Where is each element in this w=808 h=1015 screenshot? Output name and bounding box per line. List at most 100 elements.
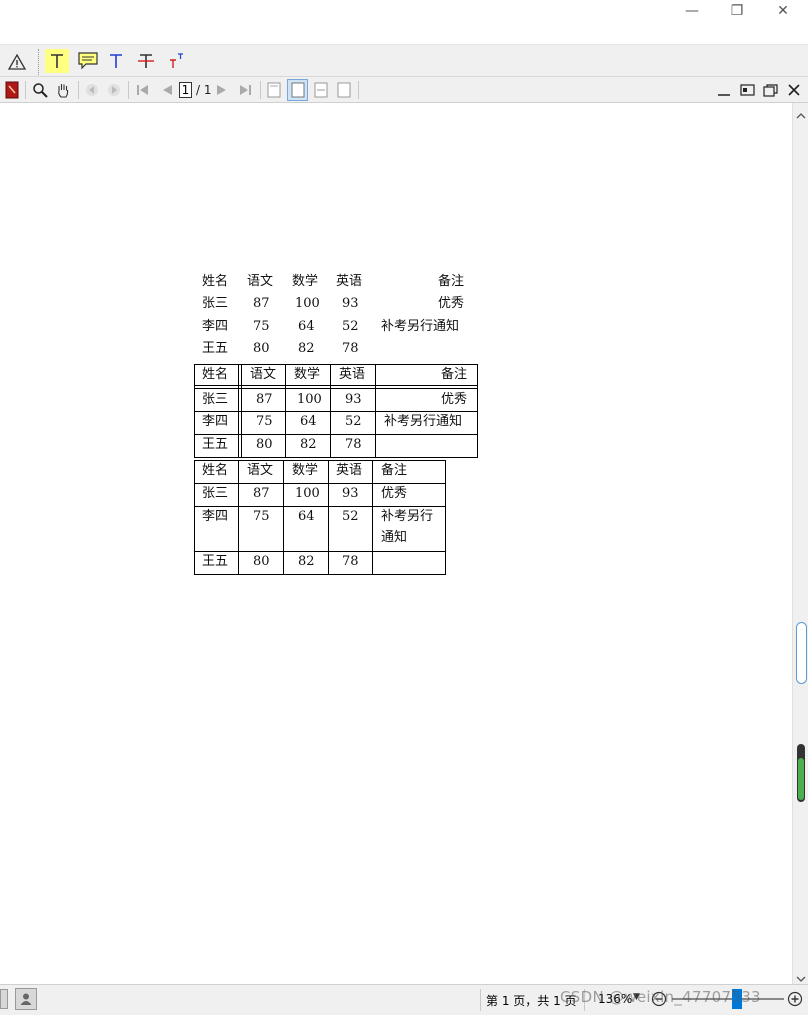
last-page-button[interactable]: [235, 80, 255, 100]
minimize-icon: [718, 94, 730, 96]
vertical-scrollbar[interactable]: [792, 103, 808, 984]
cell-note: 优秀: [441, 392, 468, 407]
previous-page-icon: [163, 85, 172, 95]
header-math: 数学: [292, 463, 319, 478]
highlight-text-tool-button[interactable]: [45, 49, 69, 73]
cell-note-line2: 通知: [381, 530, 408, 545]
close-icon: [788, 84, 800, 96]
cell-note: 补考另行通知: [381, 319, 460, 334]
doc-minimize-button[interactable]: [714, 80, 734, 100]
fit-content-icon: [337, 82, 351, 98]
table-border: [194, 388, 478, 389]
next-page-button[interactable]: [212, 80, 232, 100]
restore-button[interactable]: ❐: [714, 0, 760, 22]
last-page-icon: [240, 85, 251, 95]
table-border: [194, 411, 478, 412]
header-name: 姓名: [202, 274, 229, 289]
table-border: [477, 364, 478, 458]
cell-chinese: 87: [256, 392, 273, 407]
header-name: 姓名: [202, 463, 229, 478]
cell-english: 52: [342, 319, 359, 334]
text-tool-button[interactable]: [104, 49, 128, 73]
user-silhouette-icon: [20, 993, 32, 1005]
doc-restore-button[interactable]: [760, 80, 780, 100]
back-arrow-icon: [86, 84, 98, 96]
find-button[interactable]: [30, 80, 50, 100]
strikeout-tool-button[interactable]: [134, 49, 158, 73]
cell-chinese: 75: [253, 509, 270, 524]
header-english: 英语: [339, 367, 366, 382]
cell-note-line1: 补考另行: [381, 509, 434, 524]
cell-english: 78: [342, 341, 359, 356]
header-chinese: 语文: [250, 367, 277, 382]
table-border: [194, 364, 195, 458]
back-button[interactable]: [82, 80, 102, 100]
fit-page-button[interactable]: [287, 79, 308, 101]
doc-layout-button[interactable]: [737, 80, 757, 100]
fit-width-button[interactable]: [311, 80, 331, 100]
restore-icon: ❐: [730, 3, 744, 19]
status-separator: [480, 989, 481, 1011]
cell-name: 李四: [202, 414, 229, 429]
hand-tool-button[interactable]: [53, 80, 73, 100]
restore-icon: [762, 83, 778, 97]
table-border: [194, 551, 446, 552]
pdf-app-button[interactable]: [3, 80, 21, 100]
hand-icon: [58, 84, 69, 98]
cell-name: 李四: [202, 509, 229, 524]
table-border: [194, 460, 195, 575]
toolbar-separator: [260, 81, 261, 99]
navigation-toolbar: 1 / 1: [0, 76, 808, 103]
title-bar: — ❐ ✕: [0, 0, 808, 44]
page-number-input[interactable]: 1: [179, 82, 192, 98]
cell-math: 82: [298, 554, 315, 569]
cell-english: 52: [342, 509, 359, 524]
table-border: [194, 385, 478, 386]
cell-name: 张三: [202, 486, 229, 501]
cell-math: 100: [295, 486, 320, 501]
cell-chinese: 87: [253, 296, 270, 311]
cell-math: 82: [300, 437, 317, 452]
table-border: [194, 460, 446, 461]
scroll-down-button[interactable]: [796, 969, 806, 982]
scroll-progress-indicator: [797, 744, 805, 802]
warning-tool-button[interactable]: [6, 51, 28, 73]
cell-name: 王五: [202, 341, 229, 356]
header-note: 备注: [441, 367, 468, 382]
table-border: [375, 364, 376, 458]
zoom-in-button[interactable]: [787, 991, 803, 1007]
close-button[interactable]: ✕: [760, 0, 806, 22]
table-border: [238, 364, 239, 458]
comment-tool-button[interactable]: [76, 49, 100, 73]
cell-note: 优秀: [381, 486, 408, 501]
annotation-toolbar: [0, 44, 808, 76]
table-border: [194, 483, 446, 484]
page-total-label: / 1: [196, 83, 212, 97]
table-border: [285, 364, 286, 458]
table-border: [241, 364, 242, 458]
table-border: [194, 434, 478, 435]
toolbar-separator: [78, 81, 79, 99]
scroll-up-button[interactable]: [796, 106, 806, 119]
doc-close-button[interactable]: [784, 80, 804, 100]
superscript-tool-button[interactable]: [164, 49, 188, 73]
table-border: [194, 574, 446, 575]
cell-english: 78: [345, 437, 362, 452]
previous-page-button[interactable]: [157, 80, 177, 100]
first-page-button[interactable]: [133, 80, 153, 100]
cell-math: 64: [298, 509, 315, 524]
cell-chinese: 80: [256, 437, 273, 452]
fit-content-button[interactable]: [334, 80, 354, 100]
cell-note: 优秀: [438, 296, 465, 311]
minimize-button[interactable]: —: [669, 0, 715, 22]
scroll-thumb[interactable]: [796, 622, 807, 684]
cell-chinese: 75: [253, 319, 270, 334]
first-page-icon: [137, 85, 148, 95]
forward-button[interactable]: [104, 80, 124, 100]
text-t-blue-icon: [110, 54, 122, 68]
toolbar-separator: [128, 81, 129, 99]
header-math: 数学: [292, 274, 319, 289]
actual-size-button[interactable]: [264, 80, 284, 100]
cell-english: 93: [345, 392, 362, 407]
signatures-button[interactable]: [15, 988, 37, 1010]
